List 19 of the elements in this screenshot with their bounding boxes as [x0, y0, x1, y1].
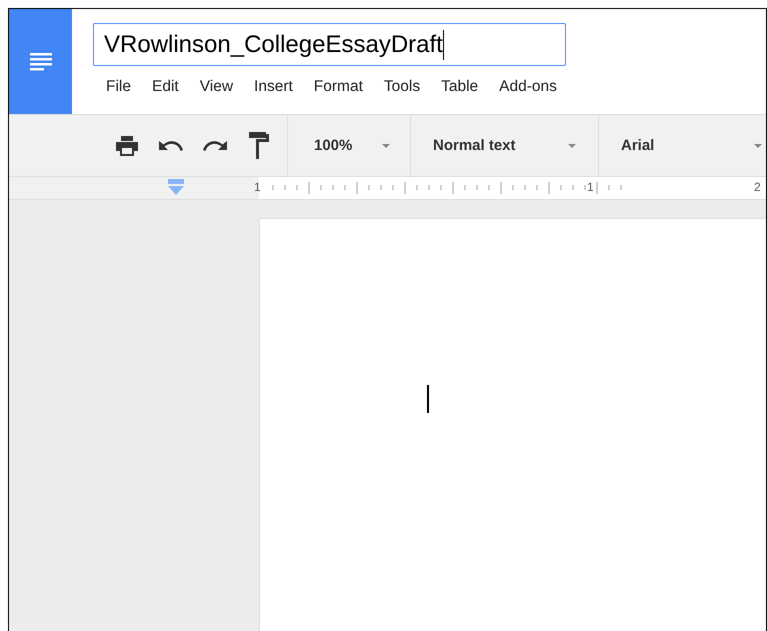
menu-item[interactable]: Tools	[384, 73, 430, 101]
style-dropdown[interactable]: Normal text	[411, 115, 598, 176]
title-field[interactable]: VRowlinson_CollegeEssayDraft	[93, 23, 566, 66]
menu-item[interactable]: Edit	[152, 73, 189, 101]
ruler-number: 2	[754, 180, 761, 194]
ruler-number: 1	[254, 180, 261, 194]
menu-item[interactable]: File	[93, 73, 141, 101]
ruler-number: 1	[587, 180, 594, 194]
menu-item[interactable]: Format	[314, 73, 373, 101]
menu-item[interactable]: Insert	[254, 73, 303, 101]
indent-marker-icon[interactable]	[167, 179, 185, 197]
menu-item[interactable]: Add-ons	[499, 73, 567, 101]
font-dropdown[interactable]: Arial	[599, 115, 766, 176]
zoom-dropdown[interactable]: 100%	[288, 115, 410, 176]
menu-item[interactable]: Table	[441, 73, 488, 101]
menu-item[interactable]: View	[200, 73, 244, 101]
menu-lines-icon	[30, 52, 52, 70]
text-cursor	[427, 385, 429, 413]
docs-logo[interactable]	[9, 9, 72, 114]
